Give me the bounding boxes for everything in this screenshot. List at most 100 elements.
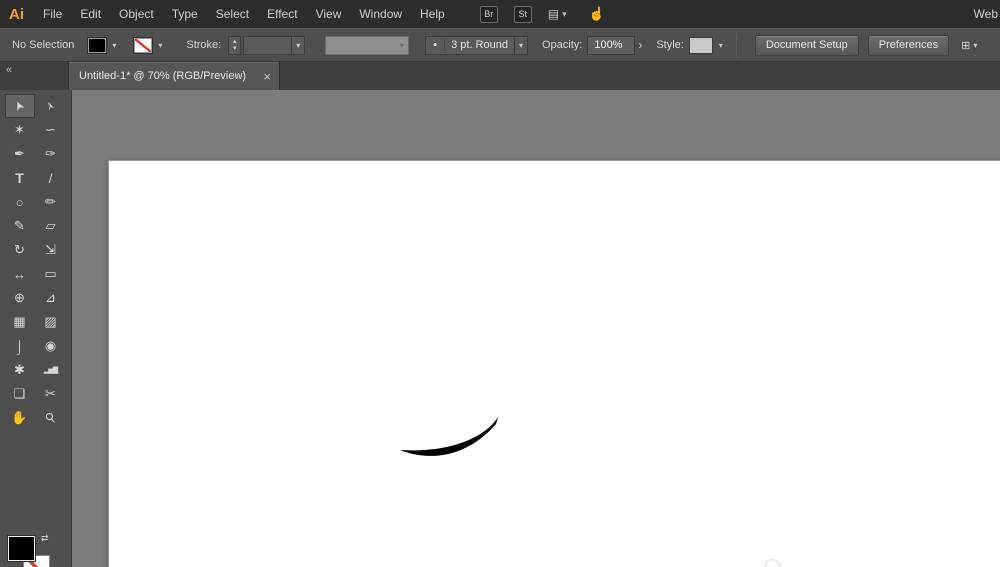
control-bar: No Selection ▾ ▾ Stroke: ▴ ▾ ▾ ▾ • 3 pt.…	[0, 28, 1000, 62]
mesh-tool[interactable]: ▦	[5, 310, 35, 334]
bridge-button[interactable]: Br	[480, 6, 498, 23]
ellipse-tool-icon: ○	[16, 195, 24, 210]
type-tool-icon: T	[15, 170, 24, 186]
brush-preview-dot: •	[426, 39, 445, 51]
stroke-swatch-none[interactable]	[134, 38, 152, 53]
stroke-color-control[interactable]: ▾	[134, 37, 166, 54]
menu-object[interactable]: Object	[110, 7, 163, 21]
perspective-grid-tool-icon: ⊿	[45, 290, 56, 306]
chevron-down-icon: ▾	[562, 9, 567, 20]
width-profile-combo-disabled: ▾	[325, 36, 409, 55]
paintbrush-tool-icon: ✏	[45, 194, 56, 210]
preferences-button[interactable]: Preferences	[868, 35, 949, 56]
fill-swatch[interactable]	[88, 38, 106, 53]
menu-view[interactable]: View	[307, 7, 351, 21]
document-tab-bar: « Untitled-1* @ 70% (RGB/Preview) ×	[0, 62, 1000, 90]
transform-align-button[interactable]: ⊞ ▾	[961, 39, 977, 52]
artboard[interactable]	[108, 160, 1000, 567]
arrange-documents-icon: ▤	[548, 7, 559, 21]
menubar: Ai FileEditObjectTypeSelectEffectViewWin…	[0, 0, 1000, 28]
opacity-input[interactable]: 100%	[587, 36, 635, 55]
stroke-weight-label: Stroke:	[186, 39, 221, 51]
menu-type[interactable]: Type	[163, 7, 207, 21]
menu-select[interactable]: Select	[207, 7, 258, 21]
document-setup-button[interactable]: Document Setup	[755, 35, 859, 56]
type-tool[interactable]: T	[5, 166, 35, 190]
brush-definition-combo[interactable]: • 3 pt. Round ▾	[425, 36, 528, 55]
close-tab-icon[interactable]: ×	[257, 69, 271, 84]
blend-tool[interactable]: ◉	[36, 334, 66, 358]
menu-window[interactable]: Window	[350, 7, 411, 21]
perspective-grid-tool[interactable]: ⊿	[36, 286, 66, 310]
artboard-tool[interactable]: ❏	[5, 382, 35, 406]
line-segment-tool[interactable]: /	[36, 166, 66, 190]
symbol-sprayer-tool[interactable]: ✱	[5, 358, 35, 382]
hand-tool[interactable]: ✋	[5, 406, 35, 430]
style-dropdown-button[interactable]: ▾	[715, 37, 727, 54]
zoom-tool[interactable]: ⚲	[36, 406, 66, 430]
menu-edit[interactable]: Edit	[71, 7, 110, 21]
toolbar-collapse-icon[interactable]: «	[6, 64, 12, 76]
workspace-switcher[interactable]: Web	[974, 7, 1000, 21]
eyedropper-tool-icon: ⌡	[16, 339, 24, 354]
chevron-down-icon[interactable]: ▾	[291, 37, 304, 54]
fill-dropdown-button[interactable]: ▾	[108, 37, 120, 54]
fill-color-control[interactable]: ▾	[88, 37, 120, 54]
pen-tool-icon: ✒	[14, 146, 25, 162]
stroke-weight-combo[interactable]: ▾	[243, 36, 305, 55]
shape-builder-tool[interactable]: ⊕	[5, 286, 35, 310]
line-segment-tool-icon: /	[49, 171, 53, 186]
blend-tool-icon: ◉	[45, 338, 56, 354]
magic-wand-tool-icon: ✶	[14, 122, 25, 138]
separator	[736, 33, 737, 57]
curvature-tool[interactable]: ✑	[36, 142, 66, 166]
curvature-tool-icon: ✑	[45, 146, 56, 162]
selection-status-label: No Selection	[12, 39, 74, 51]
stroke-dropdown-button[interactable]: ▾	[154, 37, 166, 54]
direct-selection-tool-icon: ➢	[42, 98, 59, 113]
swap-fill-stroke-icon[interactable]: ⇄	[41, 533, 49, 544]
drawn-swoosh-shape[interactable]	[399, 415, 499, 461]
style-swatch[interactable]	[689, 37, 713, 54]
menu-effect[interactable]: Effect	[258, 7, 306, 21]
menu-help[interactable]: Help	[411, 7, 454, 21]
chevron-down-icon[interactable]: ▾	[514, 37, 527, 54]
stepper-down-icon[interactable]: ▾	[233, 45, 237, 52]
align-icon: ⊞	[961, 39, 970, 52]
eyedropper-tool[interactable]: ⌡	[5, 334, 35, 358]
rotate-tool-icon: ↻	[14, 242, 25, 258]
lasso-tool[interactable]: ∽	[36, 118, 66, 142]
pen-tool[interactable]: ✒	[5, 142, 35, 166]
free-transform-tool-icon: ▭	[44, 266, 56, 282]
rotate-tool[interactable]: ↻	[5, 238, 35, 262]
stepper-up-icon[interactable]: ▴	[233, 38, 237, 45]
paintbrush-tool[interactable]: ✏	[36, 190, 66, 214]
chevron-down-icon: ▾	[973, 41, 977, 50]
opacity-panel-arrow-icon[interactable]: ›	[638, 38, 642, 52]
illustrator-window: Ai FileEditObjectTypeSelectEffectViewWin…	[0, 0, 1000, 567]
document-tab[interactable]: Untitled-1* @ 70% (RGB/Preview) ×	[68, 62, 280, 90]
slice-tool[interactable]: ✂	[36, 382, 66, 406]
arrange-documents-button[interactable]: ▤ ▾	[548, 7, 567, 21]
brush-definition-value: 3 pt. Round	[445, 39, 514, 51]
scale-tool[interactable]: ⇲	[36, 238, 66, 262]
stock-button[interactable]: St	[514, 6, 532, 23]
pencil-tool[interactable]: ✎	[5, 214, 35, 238]
column-graph-tool[interactable]: ▂▅▇	[36, 358, 66, 382]
canvas-area[interactable]	[72, 90, 1000, 567]
gradient-tool[interactable]: ▨	[36, 310, 66, 334]
opacity-value: 100%	[594, 39, 622, 51]
eraser-tool[interactable]: ▱	[36, 214, 66, 238]
symbol-sprayer-tool-icon: ✱	[14, 362, 25, 378]
ellipse-tool[interactable]: ○	[5, 190, 35, 214]
width-tool[interactable]: ↔	[5, 262, 35, 286]
menu-file[interactable]: File	[34, 7, 71, 21]
selection-tool[interactable]: ➤	[5, 94, 35, 118]
fill-proxy-black[interactable]	[8, 536, 35, 561]
touch-workspace-icon[interactable]: ☝	[589, 6, 605, 22]
free-transform-tool[interactable]: ▭	[36, 262, 66, 286]
magic-wand-tool[interactable]: ✶	[5, 118, 35, 142]
hand-tool-icon: ✋	[11, 410, 27, 426]
direct-selection-tool[interactable]: ➢	[36, 94, 66, 118]
stroke-weight-stepper[interactable]: ▴ ▾	[228, 36, 241, 55]
